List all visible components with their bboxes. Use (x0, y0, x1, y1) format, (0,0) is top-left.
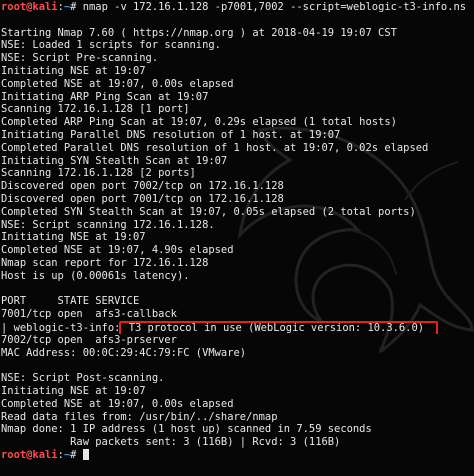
output-line: Discovered open port 7002/tcp on 172.16.… (1, 180, 284, 193)
output-line: 7001/tcp open afs3-callback (1, 308, 177, 321)
output-line: Scanning 172.16.1.128 [2 ports] (1, 167, 196, 180)
final-prompt-line[interactable]: root@kali:~# (1, 448, 474, 462)
script-output-prefix: | weblogic-t3-info: (1, 321, 121, 334)
command-text: nmap -v 172.16.1.128 -p7001,7002 --scrip… (82, 1, 467, 13)
output-line: NSE: Script scanning 172.16.1.128. (1, 218, 215, 231)
output-line: PORT STATE SERVICE (1, 295, 140, 308)
output-line: Completed NSE at 19:07, 0.00s elapsed (1, 77, 234, 90)
weblogic-version-text: T3 protocol in use (WebLogic version: 10… (122, 321, 425, 334)
prompt-symbol: # (70, 1, 83, 13)
output-line: Nmap scan report for 172.16.1.128 (1, 256, 209, 269)
output-line: Scanning 172.16.1.128 [1 port] (1, 103, 190, 116)
prompt-user: root@kali (1, 1, 58, 13)
output-line: Discovered open port 7001/tcp on 172.16.… (1, 192, 284, 205)
highlighted-version-box: T3 protocol in use (WebLogic version: 10… (119, 320, 439, 334)
output-line: Starting Nmap 7.60 ( https://nmap.org ) … (1, 26, 397, 39)
output-line: NSE: Script Post-scanning. (1, 372, 165, 385)
output-line: Completed NSE at 19:07, 0.00s elapsed (1, 397, 234, 410)
output-line: Initiating NSE at 19:07 (1, 64, 146, 77)
output-line: Completed NSE at 19:07, 4.90s elapsed (1, 244, 234, 257)
terminal-output: root@kali:~# nmap -v 172.16.1.128 -p7001… (1, 1, 474, 462)
cursor-block (82, 448, 89, 460)
output-line: Initiating Parallel DNS resolution of 1 … (1, 128, 341, 141)
output-line: MAC Address: 00:0C:29:4C:79:FC (VMware) (1, 346, 247, 359)
terminal-window[interactable]: root@kali:~# nmap -v 172.16.1.128 -p7001… (0, 0, 474, 476)
output-line: Initiating SYN Stealth Scan at 19:07 (1, 154, 228, 167)
output-line: Raw packets sent: 3 (116B) | Rcvd: 3 (11… (1, 436, 341, 449)
output-line: Completed Parallel DNS resolution of 1 h… (1, 141, 429, 154)
output-line: Initiating NSE at 19:07 (1, 384, 146, 397)
output-line: Completed SYN Stealth Scan at 19:07, 0.0… (1, 205, 416, 218)
output-line: Host is up (0.00061s latency). (1, 269, 190, 282)
output-line: NSE: Loaded 1 scripts for scanning. (1, 39, 221, 52)
output-line: Nmap done: 1 IP address (1 host up) scan… (1, 423, 372, 436)
output-line: NSE: Script Pre-scanning. (1, 52, 159, 65)
final-prompt-symbol: # (70, 448, 83, 461)
command-line: root@kali:~# nmap -v 172.16.1.128 -p7001… (1, 1, 474, 14)
output-line: Read data files from: /usr/bin/../share/… (1, 410, 278, 423)
output-line: Initiating ARP Ping Scan at 19:07 (1, 90, 209, 103)
final-prompt-user: root@kali (1, 448, 58, 461)
weblogic-script-line: | weblogic-t3-info: T3 protocol in use (… (1, 320, 474, 334)
output-line: Initiating NSE at 19:07 (1, 231, 146, 244)
output-line: 7002/tcp open afs3-prserver (1, 333, 177, 346)
output-line: Completed ARP Ping Scan at 19:07, 0.29s … (1, 116, 397, 129)
